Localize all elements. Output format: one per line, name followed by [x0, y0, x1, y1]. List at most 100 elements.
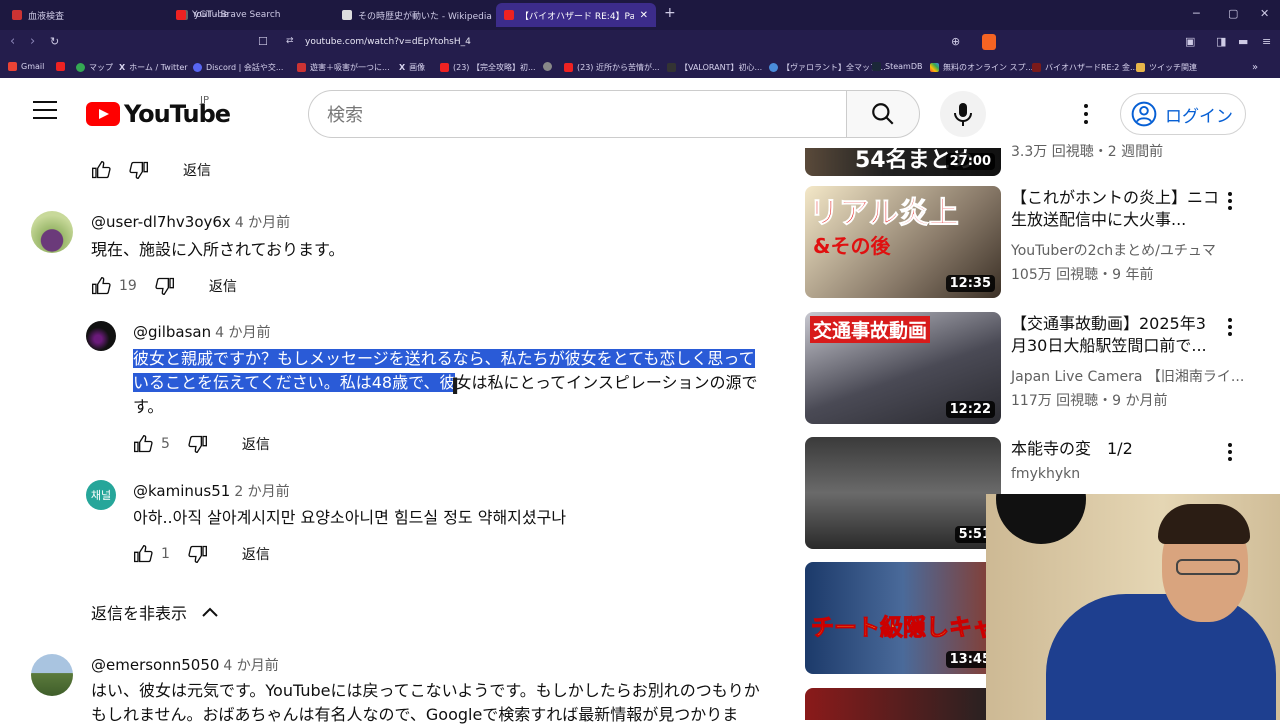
sidebar-toggle-icon[interactable]: ◨	[1216, 35, 1226, 48]
reply-button[interactable]: 返信	[242, 544, 270, 564]
video-title[interactable]: 【交通事故動画】2025年3月30日大船駅笠間口前で...	[1011, 313, 1219, 357]
zoom-icon[interactable]: ⊕	[951, 35, 960, 48]
video-thumbnail[interactable]: リアル炎上 &その後 12:35	[805, 186, 1001, 298]
dislike-icon[interactable]	[188, 544, 208, 564]
comment-author[interactable]: @emersonn5050	[91, 656, 219, 674]
back-icon[interactable]: ‹	[10, 34, 15, 49]
brave-shield-icon[interactable]	[982, 34, 996, 50]
bookmark-item[interactable]: X ホーム / Twitter	[119, 62, 188, 73]
video-menu-icon[interactable]	[1226, 443, 1234, 461]
tab-favicon-icon	[504, 10, 514, 20]
settings-more-icon[interactable]	[1078, 100, 1094, 128]
comment-time[interactable]: 4 か月前	[215, 325, 270, 341]
bookmark-label: (23) 【完全攻略】初...	[453, 63, 536, 72]
reply-button[interactable]: 返信	[209, 276, 237, 296]
video-thumbnail[interactable]: 54名まとめ 27:00	[805, 148, 1001, 176]
login-button[interactable]: ログイン	[1120, 93, 1246, 135]
comment-time[interactable]: 2 か月前	[234, 484, 289, 500]
browser-tab-active[interactable]: 【バイオハザード RE:4】Part 3 敵だら ✕	[496, 3, 656, 27]
reply-button[interactable]: 返信	[242, 434, 270, 454]
dislike-icon[interactable]	[129, 160, 149, 180]
site-info-icon[interactable]: ⇄	[286, 36, 294, 46]
avatar[interactable]	[86, 321, 116, 351]
comment-author[interactable]: @gilbasan	[133, 323, 211, 341]
reload-icon[interactable]: ↻	[50, 35, 59, 48]
video-duration: 12:35	[945, 275, 995, 292]
reply-button[interactable]: 返信	[183, 160, 211, 180]
browser-tab[interactable]: その時歴史が動いた - Wikipedia	[334, 3, 494, 27]
new-tab-icon[interactable]: +	[664, 5, 676, 21]
bookmark-item[interactable]: ツイッチ関連	[1136, 62, 1197, 73]
avatar[interactable]: 채널	[86, 480, 116, 510]
avatar[interactable]	[31, 211, 73, 253]
bookmark-icon[interactable]: ☐	[258, 35, 268, 48]
discord-icon	[193, 63, 202, 72]
comment-author[interactable]: @kaminus51	[133, 482, 230, 500]
video-thumbnail[interactable]: チート級隠しキャラ 13:45	[805, 562, 1001, 674]
search-placeholder: 検索	[327, 105, 363, 126]
maximize-icon[interactable]: ▢	[1228, 7, 1238, 20]
bookmark-item[interactable]: バイオハザードRE:2 金...	[1032, 62, 1138, 73]
like-icon[interactable]	[133, 544, 153, 564]
comment-time[interactable]: 4 か月前	[235, 215, 290, 231]
browser-menu-icon[interactable]: ≡	[1262, 35, 1271, 48]
login-label: ログイン	[1165, 106, 1233, 127]
forward-icon[interactable]: ›	[30, 34, 35, 49]
bookmark-item[interactable]: 無料のオンライン スプ...	[930, 62, 1033, 73]
comment-time[interactable]: 4 か月前	[223, 658, 278, 674]
video-thumbnail[interactable]: 5:51	[805, 437, 1001, 549]
wallet-icon[interactable]: ▬	[1238, 35, 1248, 48]
bookmark-item[interactable]: 遊害＋吸害が一つに...	[297, 62, 390, 73]
video-channel[interactable]: Japan Live Camera 【旧湘南ライ...	[1011, 366, 1244, 386]
video-title[interactable]: 【これがホントの炎上】ニコ生放送配信中に大火事...	[1011, 187, 1219, 231]
bookmark-item[interactable]: Discord | 会話や交...	[193, 62, 283, 73]
video-thumbnail[interactable]	[805, 688, 1001, 720]
comment-actions: 返信	[91, 160, 211, 180]
bookmark-item[interactable]	[543, 62, 552, 71]
thumbnail-caption: 交通事故動画	[810, 316, 931, 343]
dislike-icon[interactable]	[188, 434, 208, 454]
bookmark-item[interactable]: 【VALORANT】初心...	[667, 62, 762, 73]
comment-text-line: もしれません。おばあちゃんは有名人なので、Googleで検索すれば最新情報が見つ…	[91, 705, 739, 724]
search-input[interactable]: 検索	[308, 90, 848, 138]
hide-replies-button[interactable]: 返信を非表示	[91, 600, 219, 624]
browser-tab[interactable]: 血液検査	[4, 3, 164, 27]
x-icon: X	[399, 63, 406, 72]
like-icon[interactable]	[91, 276, 111, 296]
video-menu-icon[interactable]	[1226, 192, 1234, 210]
bookmark-item[interactable]: マップ	[76, 62, 113, 73]
url-field[interactable]: youtube.com/watch?v=dEpYtohsH_4	[305, 37, 471, 47]
comment-text-part: 女は私にとってインスピレーションの源で	[455, 373, 758, 392]
bookmark-item[interactable]: (23) 【完全攻略】初...	[440, 62, 536, 73]
bookmark-item[interactable]: 【ヴァロラント】全マップ...	[769, 62, 886, 73]
media-icon[interactable]: ▣	[1185, 35, 1195, 48]
tab-close-icon[interactable]: ✕	[640, 10, 648, 21]
video-menu-icon[interactable]	[1226, 318, 1234, 336]
minimize-icon[interactable]: ─	[1193, 7, 1200, 20]
dislike-icon[interactable]	[155, 276, 175, 296]
comment-header: @kaminus51 2 か月前	[133, 481, 290, 501]
browser-tab[interactable]: YouTube	[168, 3, 328, 27]
voice-search-button[interactable]	[940, 91, 986, 137]
site-icon	[297, 63, 306, 72]
more-bookmarks-icon[interactable]: »	[1252, 62, 1258, 73]
hamburger-menu-icon[interactable]	[33, 101, 57, 119]
like-icon[interactable]	[133, 434, 153, 454]
bookmark-item[interactable]	[56, 62, 65, 71]
bookmark-item[interactable]: X 画像	[399, 62, 425, 73]
video-channel[interactable]: fmykhykn	[1011, 466, 1080, 482]
video-title[interactable]: 本能寺の変 1/2	[1011, 438, 1219, 460]
bookmark-item[interactable]: Gmail	[8, 62, 44, 71]
avatar[interactable]	[31, 654, 73, 696]
site-icon	[930, 63, 939, 72]
search-button[interactable]	[846, 90, 920, 138]
like-icon[interactable]	[91, 160, 111, 180]
bookmark-item[interactable]: (23) 近所から苦情が...	[564, 62, 660, 73]
person-body	[1046, 594, 1276, 720]
comment-actions: 19 返信	[91, 276, 237, 296]
video-channel[interactable]: YouTuberの2chまとめ/ユチュマ	[1011, 240, 1216, 260]
comment-author[interactable]: @user-dl7hv3oy6x	[91, 213, 231, 231]
bookmark-item[interactable]: SteamDB	[872, 62, 922, 71]
close-window-icon[interactable]: ✕	[1260, 7, 1269, 20]
video-thumbnail[interactable]: 交通事故動画 12:22	[805, 312, 1001, 424]
